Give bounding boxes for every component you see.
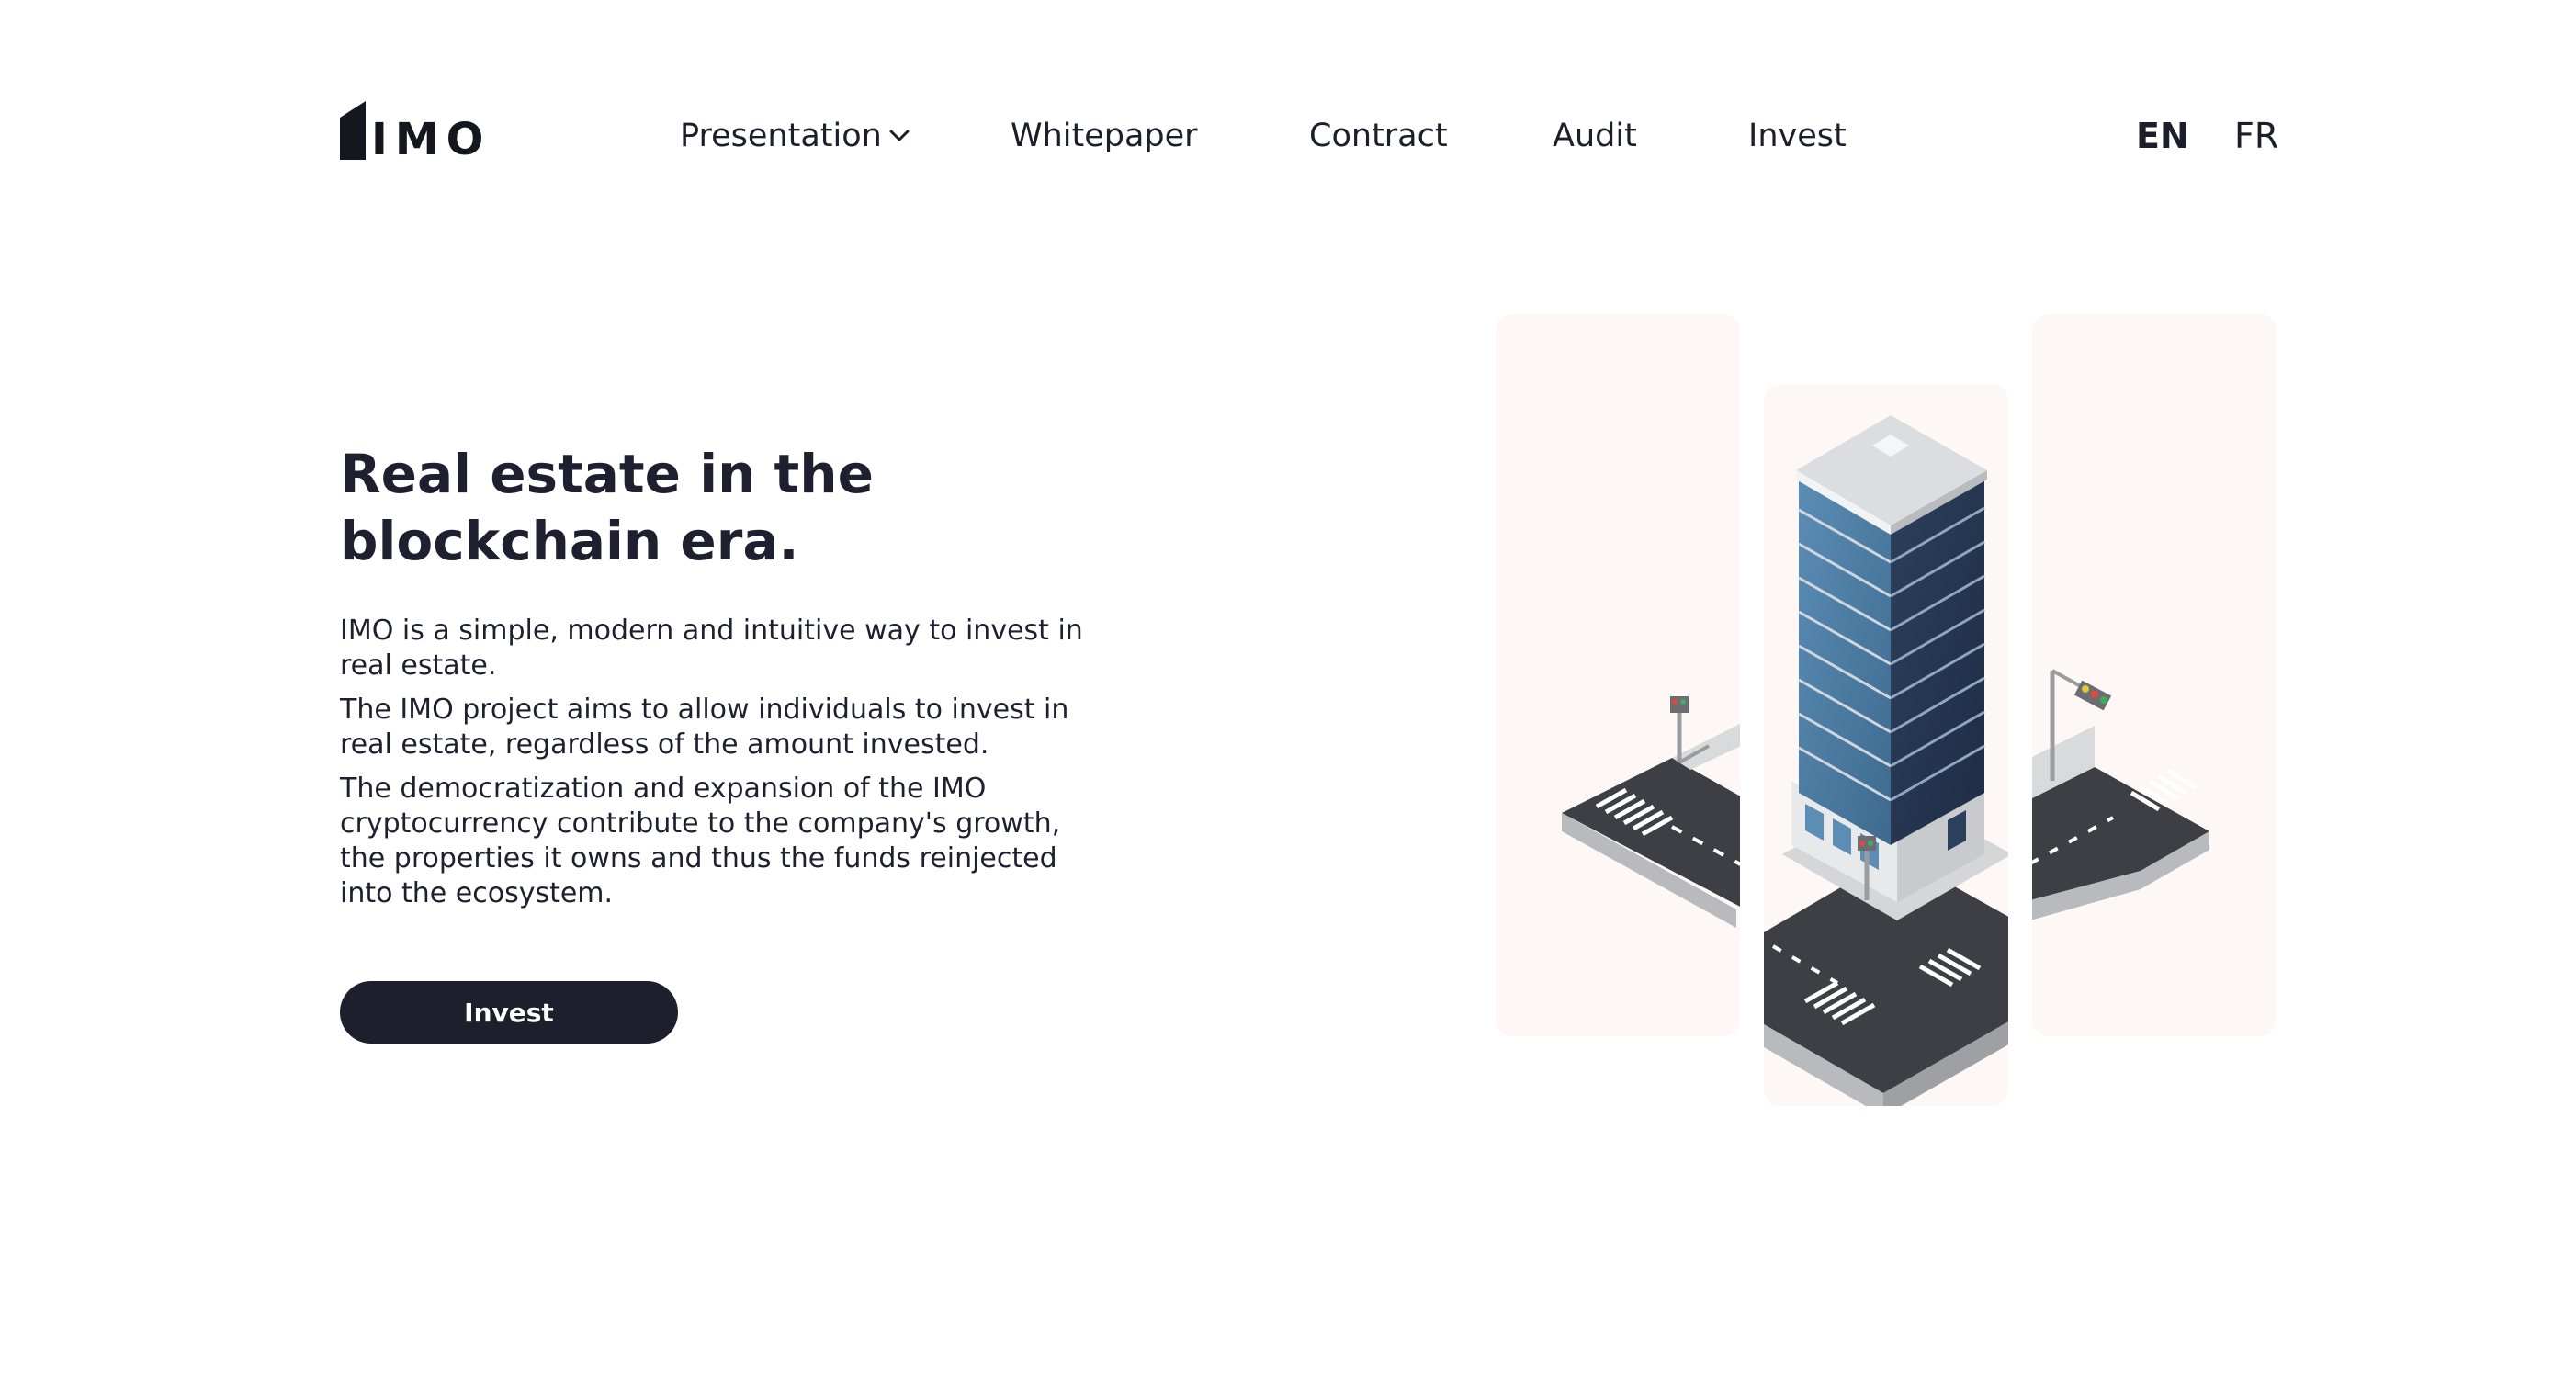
hero-paragraph: IMO is a simple, modern and intuitive wa… — [340, 615, 1083, 682]
nav-audit[interactable]: Audit — [1553, 108, 1637, 164]
hero-title-line2: blockchain era. — [340, 510, 799, 572]
right-road-piece — [2032, 669, 2209, 920]
hero-paragraph: The democratization and expansion of the… — [340, 773, 1061, 909]
center-building — [1764, 415, 2008, 1106]
language-en[interactable]: EN — [2136, 108, 2189, 164]
language-fr[interactable]: FR — [2234, 108, 2278, 164]
chevron-down-icon — [889, 130, 910, 142]
building-logo-icon — [340, 101, 366, 160]
nav-invest[interactable]: Invest — [1748, 108, 1847, 164]
isometric-building-illustration — [1562, 415, 2209, 1106]
logo-text: IMO — [371, 114, 491, 165]
nav-contract[interactable]: Contract — [1309, 108, 1448, 164]
hero-title-line1: Real estate in the — [340, 443, 874, 505]
nav-presentation-label: Presentation — [680, 118, 882, 154]
hero-title: Real estate in the blockchain era. — [340, 441, 910, 575]
imo-logo[interactable]: IMO — [340, 96, 491, 165]
nav-presentation[interactable]: Presentation — [680, 108, 910, 164]
invest-button[interactable]: Invest — [340, 981, 678, 1044]
hero-description: IMO is a simple, modern and intuitive wa… — [340, 614, 1112, 920]
left-road-piece — [1562, 696, 1740, 928]
hero-paragraph: The IMO project aims to allow individual… — [340, 694, 1069, 761]
nav-whitepaper[interactable]: Whitepaper — [1011, 108, 1198, 164]
